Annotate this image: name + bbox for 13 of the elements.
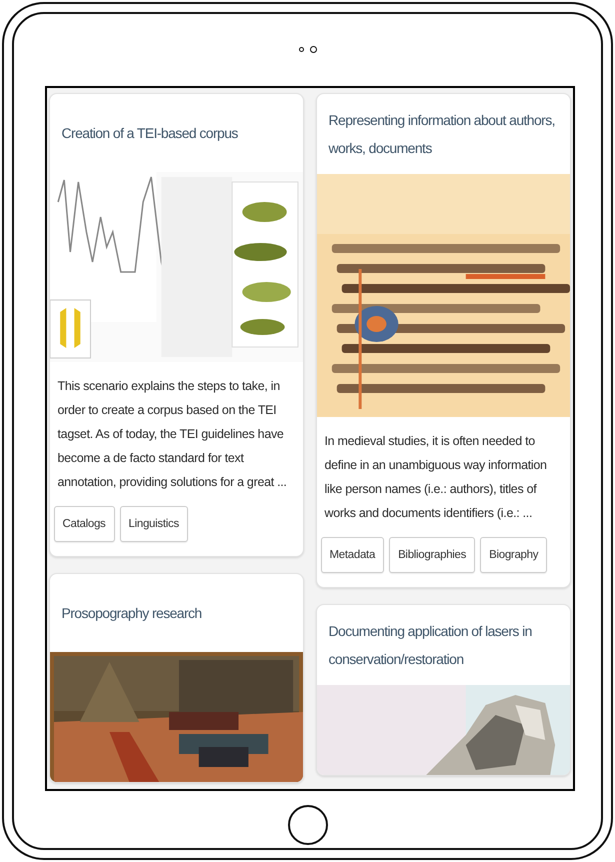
- tag-button[interactable]: Metadata: [320, 537, 384, 573]
- card-title[interactable]: Creation of a TEI-based corpus: [62, 119, 238, 147]
- card-description: This scenario explains the steps to take, in order to create a corpus based on the TEI tagset. As of today, the TEI guidelines have become a de facto standard for text annotation, providing solutions for a great ...: [56, 378, 288, 491]
- card-description: In medieval studies, it is often needed to define in an unambiguous way information like person names (i.e.: authors), titles of works and documents identifiers (i.e.: ...: [324, 433, 548, 522]
- card-title[interactable]: Prosopography research: [62, 599, 202, 627]
- tag-button[interactable]: Linguistics: [120, 506, 188, 542]
- camera-icon: [298, 44, 316, 54]
- home-button[interactable]: [288, 805, 328, 845]
- tag-button[interactable]: Catalogs: [54, 506, 114, 542]
- tag-button[interactable]: Biography: [480, 537, 548, 573]
- tag-button[interactable]: Bibliographies: [389, 537, 476, 573]
- card-title[interactable]: Representing information about authors, works, documents: [328, 106, 558, 162]
- card-title[interactable]: Documenting application of lasers in conservation/restoration: [328, 617, 558, 673]
